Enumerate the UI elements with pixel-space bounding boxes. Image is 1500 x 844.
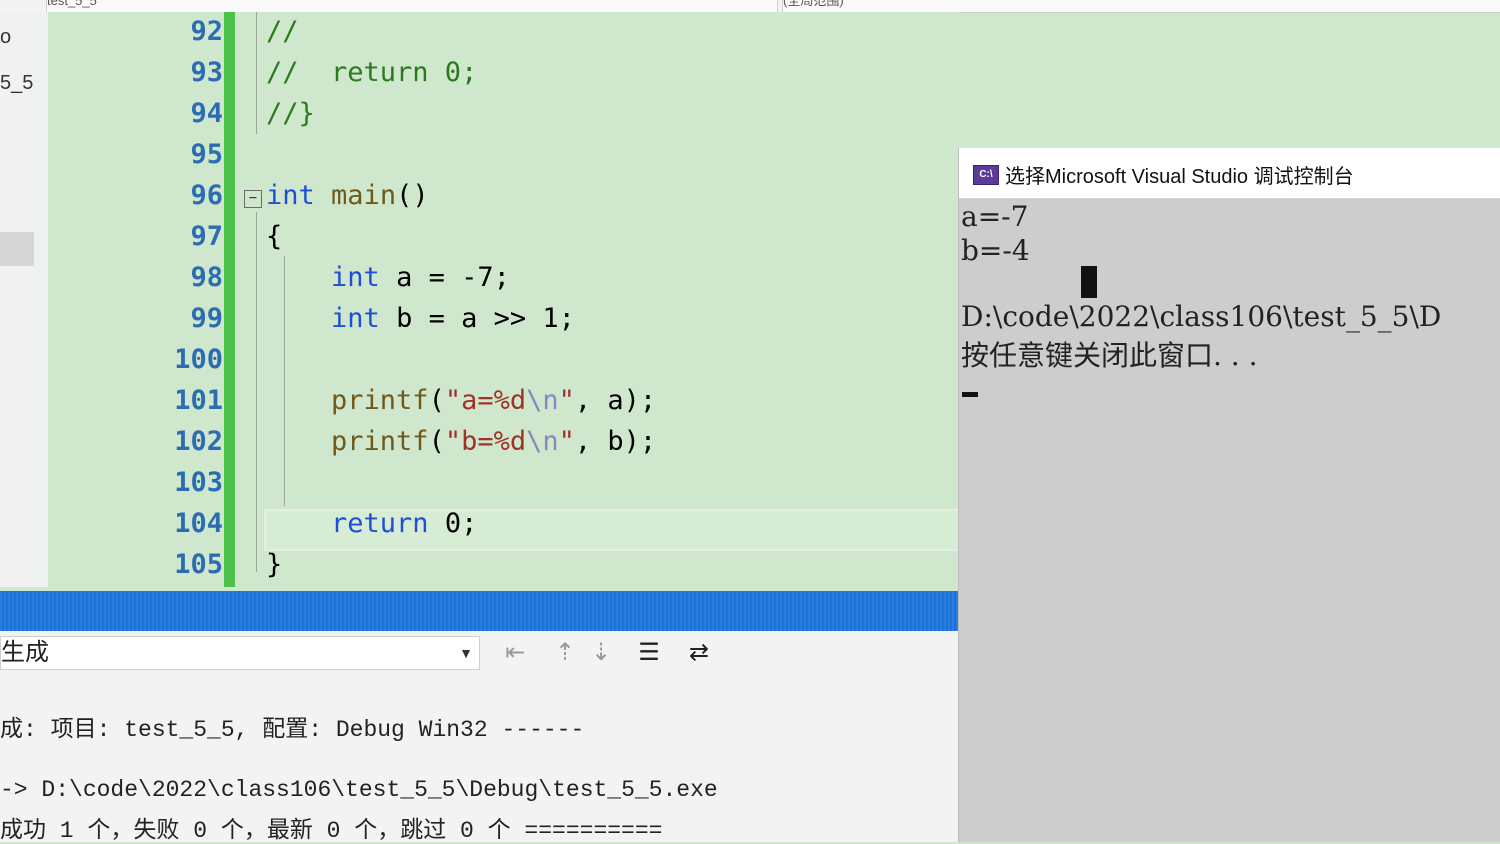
output-source-select[interactable]: 生成 ▼ [0,636,480,670]
line-number: 100 [174,344,223,375]
console-output-line: 按任意键关闭此窗口. . . [961,339,1258,372]
line-number: 94 [190,98,223,129]
selected-item[interactable] [0,232,34,266]
line-number: 101 [174,385,223,416]
change-tracking-bar [224,12,235,587]
code-line: int a = -7; [331,262,510,293]
console-output-line: D:\code\2022\class106\test_5_5\D [961,300,1442,333]
code-line: return 0; [331,508,478,539]
file-tab-label: test_5_5 [47,0,97,8]
console-title-bar[interactable]: C:\ 选择Microsoft Visual Studio 调试控制台 [959,148,1500,199]
code-line: int b = a >> 1; [331,303,575,334]
code-line: // [266,16,299,47]
panel-text-fragment: 5_5 [0,72,34,94]
code-line: int main() [266,180,429,211]
code-line: // return 0; [266,57,478,88]
scope-label: (全局范围) [783,0,844,8]
line-number: 95 [190,139,223,170]
debug-console-window[interactable]: C:\ 选择Microsoft Visual Studio 调试控制台 a=-7… [958,148,1500,842]
line-number: 105 [174,549,223,580]
code-line: { [266,221,283,252]
line-number: 97 [190,221,223,252]
find-message-icon[interactable]: ⇤ [498,635,532,669]
console-icon: C:\ [973,165,999,185]
editor-margin [34,12,48,587]
code-line: printf("b=%d\n", b); [331,426,657,457]
line-number: 92 [190,16,223,47]
code-line: //} [266,98,315,129]
line-number: 99 [190,303,223,334]
console-caret [962,392,978,397]
panel-text-fragment: o [0,26,12,48]
output-panel-header [0,591,958,631]
indent-guide [256,12,257,134]
indent-guide [256,212,257,572]
console-title: 选择Microsoft Visual Studio 调试控制台 [1005,166,1354,188]
code-line: } [266,549,283,580]
code-line: printf("a=%d\n", a); [331,385,657,416]
line-number: 104 [174,508,223,539]
output-source-label: 生成 [1,639,49,666]
console-output-line: b=-4 [961,234,1030,267]
output-line: 成: 项目: test_5_5, 配置: Debug Win32 ------ [0,717,585,743]
word-wrap-icon[interactable]: ⇄ [682,635,716,669]
line-number: 102 [174,426,223,457]
previous-message-icon[interactable]: ⇡ [548,635,582,669]
next-message-icon[interactable]: ⇣ [584,635,618,669]
clear-all-icon[interactable]: ☰ [632,635,666,669]
text-cursor-block [1081,266,1097,298]
indent-guide [284,256,285,506]
line-number: 93 [190,57,223,88]
console-output-line: a=-7 [961,200,1029,233]
output-panel: 生成 ▼ ⇤ ⇡ ⇣ ☰ ⇄ 成: 项目: test_5_5, 配置: Debu… [0,631,958,844]
chevron-down-icon: ▼ [459,645,473,661]
line-number: 96 [190,180,223,211]
solution-explorer-panel: o 5_5 [0,12,35,587]
line-number: 98 [190,262,223,293]
line-number: 103 [174,467,223,498]
collapse-icon[interactable]: − [244,190,262,208]
code-editor[interactable]: − 92 93 94 95 96 97 98 99 100 101 102 10… [48,12,958,587]
output-line: 成功 1 个，失败 0 个，最新 0 个，跳过 0 个 ========== [0,818,663,844]
output-line: -> D:\code\2022\class106\test_5_5\Debug\… [0,777,718,803]
